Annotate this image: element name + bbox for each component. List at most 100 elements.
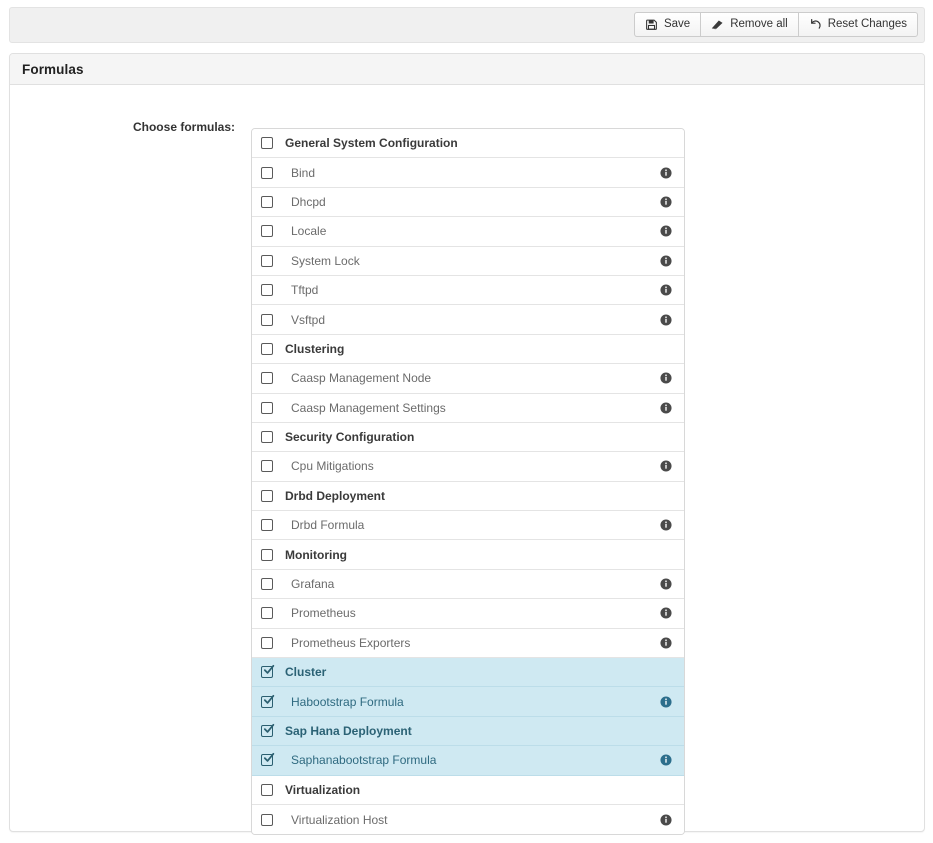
info-icon: [660, 549, 672, 561]
formula-label: Saphanabootstrap Formula: [291, 753, 652, 767]
info-icon[interactable]: [660, 696, 672, 708]
info-icon: [660, 784, 672, 796]
info-icon[interactable]: [660, 814, 672, 826]
info-icon[interactable]: [660, 578, 672, 590]
formula-checkbox[interactable]: [261, 314, 273, 326]
save-icon: [645, 18, 658, 31]
formula-checkbox[interactable]: [261, 784, 273, 796]
formula-checkbox[interactable]: [261, 637, 273, 649]
formula-label: Drbd Deployment: [285, 489, 652, 503]
reset-changes-button[interactable]: Reset Changes: [798, 12, 918, 37]
formula-group-row[interactable]: General System Configuration: [252, 129, 684, 158]
action-toolbar: Save Remove all Reset: [9, 7, 925, 43]
formula-checkbox[interactable]: [261, 255, 273, 267]
formula-label: Cpu Mitigations: [291, 459, 652, 473]
info-icon[interactable]: [660, 284, 672, 296]
formula-group-row[interactable]: Virtualization: [252, 776, 684, 805]
info-icon[interactable]: [660, 637, 672, 649]
info-icon[interactable]: [660, 167, 672, 179]
formula-checkbox[interactable]: [261, 666, 273, 678]
eraser-icon: [711, 18, 724, 31]
formulas-page: Save Remove all Reset: [0, 0, 933, 843]
formula-item-row[interactable]: Caasp Management Settings: [252, 394, 684, 423]
save-button-label: Save: [664, 19, 690, 31]
formula-item-row[interactable]: Prometheus: [252, 599, 684, 628]
formula-label: Sap Hana Deployment: [285, 724, 652, 738]
formula-checkbox[interactable]: [261, 696, 273, 708]
formulas-panel: Formulas Choose formulas: General System…: [9, 53, 925, 832]
info-icon: [660, 343, 672, 355]
remove-all-button-label: Remove all: [730, 19, 788, 31]
formula-checkbox[interactable]: [261, 284, 273, 296]
formula-item-row[interactable]: Cpu Mitigations: [252, 452, 684, 481]
formula-item-row[interactable]: Vsftpd: [252, 305, 684, 334]
choose-formulas-label: Choose formulas:: [10, 120, 235, 134]
formula-checkbox[interactable]: [261, 343, 273, 355]
formula-item-row[interactable]: Drbd Formula: [252, 511, 684, 540]
formula-label: Vsftpd: [291, 313, 652, 327]
formula-item-row[interactable]: Grafana: [252, 570, 684, 599]
formula-label: Monitoring: [285, 548, 652, 562]
formula-group-row[interactable]: Monitoring: [252, 540, 684, 569]
formula-item-row[interactable]: Caasp Management Node: [252, 364, 684, 393]
formula-item-row[interactable]: Prometheus Exporters: [252, 629, 684, 658]
formula-label: Cluster: [285, 665, 652, 679]
formula-group-row[interactable]: Drbd Deployment: [252, 482, 684, 511]
choose-formulas-form-row: Choose formulas: General System Configur…: [10, 85, 924, 115]
save-button[interactable]: Save: [634, 12, 701, 37]
formula-checkbox[interactable]: [261, 167, 273, 179]
formula-group-row[interactable]: Clustering: [252, 335, 684, 364]
formula-group-row[interactable]: Security Configuration: [252, 423, 684, 452]
formula-item-row[interactable]: Tftpd: [252, 276, 684, 305]
formula-item-row[interactable]: System Lock: [252, 247, 684, 276]
formula-checkbox[interactable]: [261, 814, 273, 826]
formula-label: Clustering: [285, 342, 652, 356]
remove-all-button[interactable]: Remove all: [700, 12, 799, 37]
formula-checkbox[interactable]: [261, 225, 273, 237]
formula-checkbox[interactable]: [261, 372, 273, 384]
info-icon[interactable]: [660, 255, 672, 267]
formula-group-row[interactable]: Cluster: [252, 658, 684, 687]
info-icon: [660, 490, 672, 502]
info-icon[interactable]: [660, 460, 672, 472]
info-icon[interactable]: [660, 402, 672, 414]
formula-label: Bind: [291, 166, 652, 180]
info-icon[interactable]: [660, 196, 672, 208]
info-icon[interactable]: [660, 225, 672, 237]
formula-item-row[interactable]: Saphanabootstrap Formula: [252, 746, 684, 775]
info-icon[interactable]: [660, 314, 672, 326]
info-icon: [660, 666, 672, 678]
info-icon[interactable]: [660, 754, 672, 766]
formula-list: General System Configuration Bind Dhcpd Loc…: [251, 128, 685, 835]
formula-label: Drbd Formula: [291, 518, 652, 532]
formula-checkbox[interactable]: [261, 460, 273, 472]
formula-group-row[interactable]: Sap Hana Deployment: [252, 717, 684, 746]
formula-label: Caasp Management Node: [291, 371, 652, 385]
formula-item-row[interactable]: Virtualization Host: [252, 805, 684, 834]
panel-body: Choose formulas: General System Configur…: [10, 85, 924, 115]
formula-label: Habootstrap Formula: [291, 695, 652, 709]
formula-checkbox[interactable]: [261, 607, 273, 619]
formula-checkbox[interactable]: [261, 754, 273, 766]
info-icon[interactable]: [660, 607, 672, 619]
formula-checkbox[interactable]: [261, 519, 273, 531]
formula-label: Grafana: [291, 577, 652, 591]
formula-checkbox[interactable]: [261, 578, 273, 590]
formula-item-row[interactable]: Habootstrap Formula: [252, 687, 684, 716]
formula-label: Caasp Management Settings: [291, 401, 652, 415]
formula-checkbox[interactable]: [261, 402, 273, 414]
formula-item-row[interactable]: Locale: [252, 217, 684, 246]
info-icon[interactable]: [660, 519, 672, 531]
info-icon[interactable]: [660, 372, 672, 384]
formula-checkbox[interactable]: [261, 196, 273, 208]
formula-checkbox[interactable]: [261, 725, 273, 737]
formula-checkbox[interactable]: [261, 549, 273, 561]
formula-checkbox[interactable]: [261, 431, 273, 443]
formula-checkbox[interactable]: [261, 490, 273, 502]
formula-checkbox[interactable]: [261, 137, 273, 149]
formula-item-row[interactable]: Dhcpd: [252, 188, 684, 217]
formula-item-row[interactable]: Bind: [252, 158, 684, 187]
reset-changes-button-label: Reset Changes: [828, 19, 907, 31]
info-icon: [660, 137, 672, 149]
formula-label: Locale: [291, 224, 652, 238]
